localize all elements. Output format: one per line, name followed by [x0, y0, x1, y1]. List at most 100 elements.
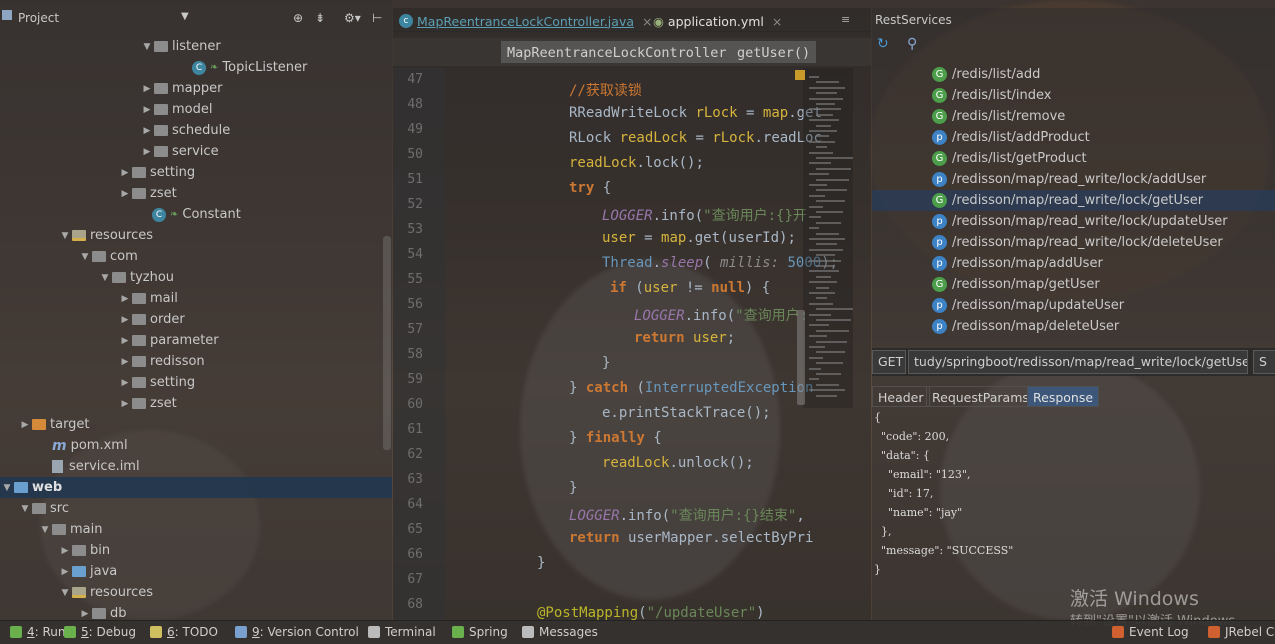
collapsed-arrow-icon[interactable]: ▶ — [118, 399, 132, 409]
collapsed-arrow-icon[interactable]: ▶ — [58, 546, 72, 556]
code-line[interactable]: }} — [569, 480, 577, 496]
expanded-arrow-icon[interactable]: ▼ — [58, 588, 72, 598]
code-line[interactable]: LOGGER.info("查询用户:LOGGER.info("查询用户: — [634, 305, 808, 325]
tree-item-web[interactable]: ▼ web — [0, 477, 392, 498]
code-line[interactable]: } catch (InterruptedException} catch (In… — [569, 380, 813, 396]
tab-application-yml[interactable]: ◉ application.yml × — [653, 11, 782, 31]
collapsed-arrow-icon[interactable]: ▶ — [118, 294, 132, 304]
editor-scrollbar[interactable] — [797, 310, 805, 405]
collapse-icon[interactable]: ⇟ — [315, 11, 325, 25]
code-line[interactable]: @PostMapping("/updateUser")@PostMapping(… — [537, 605, 765, 620]
tool-window-terminal[interactable]: Terminal — [368, 625, 436, 639]
collapsed-arrow-icon[interactable]: ▶ — [118, 357, 132, 367]
endpoint-item[interactable]: p/redisson/map/read_write/lock/updateUse… — [932, 211, 1228, 232]
send-button[interactable]: S — [1253, 350, 1275, 374]
endpoint-item[interactable]: p/redisson/map/addUser — [932, 253, 1103, 274]
code-line[interactable]: if (user != null) {if (user != null) { — [610, 280, 770, 296]
tree-item-parameter[interactable]: ▶ parameter — [118, 330, 219, 351]
tab-overflow-icon[interactable]: ≡ — [841, 13, 850, 26]
expanded-arrow-icon[interactable]: ▼ — [58, 231, 72, 241]
tree-item-setting[interactable]: ▶ setting — [118, 162, 196, 183]
code-line[interactable]: readLock.unlock();readLock.unlock(); — [602, 455, 754, 471]
hide-icon[interactable]: ⊢ — [372, 11, 382, 25]
tool-window-messages[interactable]: Messages — [522, 625, 598, 639]
tree-item-listener[interactable]: ▼ listener — [140, 36, 221, 57]
code-line[interactable]: } finally {} finally { — [569, 430, 662, 446]
endpoint-item[interactable]: G/redis/list/add — [932, 64, 1040, 85]
endpoint-item[interactable]: G/redis/list/remove — [932, 106, 1065, 127]
tree-item-resources[interactable]: ▼ resources — [58, 582, 153, 603]
tree-item-db[interactable]: ▶ db — [78, 603, 127, 620]
code-line[interactable]: e.printStackTrace();e.printStackTrace(); — [602, 405, 771, 421]
http-method-select[interactable]: GET — [872, 350, 906, 374]
tree-item-mapper[interactable]: ▶ mapper — [140, 78, 223, 99]
tool-window-todo[interactable]: 6: TODO — [150, 625, 218, 639]
endpoint-item[interactable]: p/redis/list/addProduct — [932, 127, 1090, 148]
project-title[interactable]: Project — [18, 11, 59, 25]
tool-window-event-log[interactable]: Event Log — [1112, 625, 1189, 639]
tab-header[interactable]: Header — [872, 386, 930, 407]
collapsed-arrow-icon[interactable]: ▶ — [118, 189, 132, 199]
url-input[interactable]: tudy/springboot/redisson/map/read_write/… — [908, 350, 1248, 374]
gear-icon[interactable]: ⚙▾ — [344, 11, 361, 25]
tree-item-service-iml[interactable]: service.iml — [38, 456, 140, 477]
chevron-down-icon[interactable]: ▼ — [181, 11, 189, 22]
collapsed-arrow-icon[interactable]: ▶ — [140, 105, 154, 115]
tab-mapreentrancelockcontroller[interactable]: c MapReentranceLockController.java × — [399, 11, 652, 31]
expanded-arrow-icon[interactable]: ▼ — [38, 525, 52, 535]
collapsed-arrow-icon[interactable]: ▶ — [118, 378, 132, 388]
code-line[interactable]: }} — [537, 555, 545, 571]
close-icon[interactable]: × — [642, 14, 652, 29]
tool-window-debug[interactable]: 5: Debug — [64, 625, 136, 639]
scrollbar[interactable] — [383, 236, 391, 450]
code-line[interactable]: }} — [602, 355, 610, 371]
expanded-arrow-icon[interactable]: ▼ — [140, 42, 154, 52]
code-line[interactable]: try {try { — [569, 180, 611, 196]
endpoint-item[interactable]: p/redisson/map/updateUser — [932, 295, 1124, 316]
tree-item-bin[interactable]: ▶ bin — [58, 540, 111, 561]
tree-item-mail[interactable]: ▶ mail — [118, 288, 178, 309]
code-line[interactable]: readLock.lock();readLock.lock(); — [569, 155, 704, 171]
collapsed-arrow-icon[interactable]: ▶ — [140, 126, 154, 136]
endpoint-item[interactable]: G/redis/list/index — [932, 85, 1052, 106]
tree-item-zset[interactable]: ▶ zset — [118, 393, 177, 414]
breadcrumb-method[interactable]: getUser() — [731, 41, 817, 63]
warning-marker-icon[interactable] — [795, 70, 805, 80]
code-line[interactable]: user = map.get(userId);user = map.get(us… — [602, 230, 796, 246]
tree-item-resources[interactable]: ▼ resources — [58, 225, 153, 246]
code-line[interactable]: LOGGER.info("查询用户:{}开LOGGER.info("查询用户:{… — [602, 205, 807, 225]
tool-window-spring[interactable]: Spring — [452, 625, 508, 639]
endpoint-item[interactable]: p/redisson/map/read_write/lock/deleteUse… — [932, 232, 1223, 253]
tree-item-com[interactable]: ▼ com — [78, 246, 138, 267]
collapsed-arrow-icon[interactable]: ▶ — [118, 336, 132, 346]
tool-window-jrebel-co[interactable]: JRebel Co — [1208, 625, 1275, 639]
endpoint-item[interactable]: G/redisson/map/read_write/lock/getUser — [872, 190, 1275, 211]
tree-item-model[interactable]: ▶ model — [140, 99, 213, 120]
tree-item-order[interactable]: ▶ order — [118, 309, 185, 330]
code-line[interactable]: //获取读锁//获取读锁 — [569, 80, 642, 100]
code-line[interactable]: LOGGER.info("查询用户:{}结束",LOGGER.info("查询用… — [569, 505, 805, 525]
code-line[interactable]: RReadWriteLock rLock = map.getRReadWrite… — [569, 105, 822, 121]
minimap[interactable] — [803, 68, 853, 408]
code-line[interactable]: return user;return user; — [634, 330, 735, 346]
tree-item-main[interactable]: ▼ main — [38, 519, 103, 540]
collapsed-arrow-icon[interactable]: ▶ — [140, 147, 154, 157]
expanded-arrow-icon[interactable]: ▼ — [18, 504, 32, 514]
collapsed-arrow-icon[interactable]: ▶ — [118, 168, 132, 178]
breadcrumb-class[interactable]: MapReentranceLockController — [501, 41, 733, 63]
tool-window-version-control[interactable]: 9: Version Control — [235, 625, 359, 639]
tree-item-constant[interactable]: C ❧ Constant — [138, 204, 241, 225]
tree-item-java[interactable]: ▶ java — [58, 561, 118, 582]
search-icon[interactable]: ⚲ — [907, 36, 917, 52]
tree-item-src[interactable]: ▼ src — [18, 498, 69, 519]
endpoint-item[interactable]: p/redisson/map/read_write/lock/addUser — [932, 169, 1206, 190]
locate-icon[interactable]: ⊕ — [293, 11, 303, 25]
expanded-arrow-icon[interactable]: ▼ — [78, 252, 92, 262]
tree-item-zset[interactable]: ▶ zset — [118, 183, 177, 204]
tree-item-setting[interactable]: ▶ setting — [118, 372, 196, 393]
close-icon[interactable]: × — [772, 14, 782, 29]
code-line[interactable]: return userMapper.selectByPrireturn user… — [569, 530, 813, 546]
refresh-icon[interactable]: ↻ — [877, 36, 889, 52]
code-line[interactable]: RLock readLock = rLock.readLocRLock read… — [569, 130, 822, 146]
endpoint-item[interactable]: G/redisson/map/getUser — [932, 274, 1100, 295]
